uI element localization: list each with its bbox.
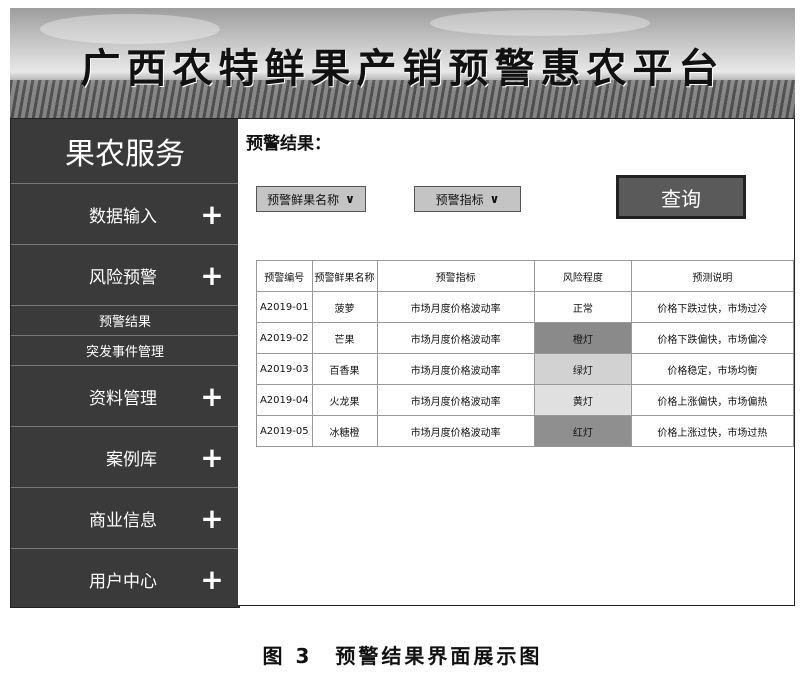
dropdown-value: 预警鲜果名称 bbox=[267, 192, 340, 207]
table-cell: 价格上涨偏快，市场偏热 bbox=[630, 384, 795, 416]
sidebar-subitem-warning-result[interactable]: 预警结果 bbox=[11, 306, 239, 336]
chevron-down-icon: ∨ bbox=[489, 192, 500, 206]
sidebar-item-case-library[interactable]: 案例库 + bbox=[11, 427, 239, 488]
column-header: 预警鲜果名称 bbox=[311, 260, 378, 292]
table-cell: 市场月度价格波动率 bbox=[376, 384, 535, 416]
plus-icon[interactable]: + bbox=[197, 563, 227, 596]
table-row[interactable]: A2019-03 百香果 市场月度价格波动率 绿灯 价格稳定，市场均衡 bbox=[256, 353, 795, 385]
table-cell: 价格下跌过快，市场过冷 bbox=[630, 291, 795, 323]
table-cell: 百香果 bbox=[311, 353, 378, 385]
result-label: 预警结果： bbox=[246, 134, 331, 154]
column-header: 预测说明 bbox=[630, 260, 795, 292]
sidebar-item-business-info[interactable]: 商业信息 + bbox=[11, 488, 239, 549]
table-cell: 市场月度价格波动率 bbox=[376, 291, 535, 323]
table-cell: 市场月度价格波动率 bbox=[376, 322, 535, 354]
table-cell: 菠萝 bbox=[311, 291, 378, 323]
sidebar-header: 果农服务 bbox=[11, 119, 239, 184]
table-cell: 价格上涨过快，市场过热 bbox=[630, 415, 795, 447]
table-cell: 市场月度价格波动率 bbox=[376, 353, 535, 385]
plus-icon[interactable]: + bbox=[197, 441, 227, 474]
table-row[interactable]: A2019-01 菠萝 市场月度价格波动率 正常 价格下跌过快，市场过冷 bbox=[256, 291, 795, 323]
main-panel: 预警结果： 预警鲜果名称 ∨ 预警指标 ∨ 查询 预警编号 预警鲜果名称 预警指… bbox=[238, 118, 795, 606]
dropdown-value: 预警指标 bbox=[435, 192, 484, 207]
table-cell: 冰糖橙 bbox=[311, 415, 378, 447]
risk-level-cell: 绿灯 bbox=[533, 353, 632, 385]
sidebar-item-risk-warning[interactable]: 风险预警 + bbox=[11, 245, 239, 306]
table-cell: A2019-03 bbox=[256, 353, 313, 385]
column-header: 预警编号 bbox=[256, 260, 313, 292]
table-cell: 火龙果 bbox=[311, 384, 378, 416]
risk-level-cell: 红灯 bbox=[533, 415, 632, 447]
sidebar-item-user-center[interactable]: 用户中心 + bbox=[11, 549, 239, 609]
chevron-down-icon: ∨ bbox=[345, 192, 355, 206]
warning-result-table: 预警编号 预警鲜果名称 预警指标 风险程度 预测说明 A2019-01 菠萝 市场月… bbox=[256, 260, 795, 447]
table-cell: 价格稳定，市场均衡 bbox=[630, 353, 795, 385]
plus-icon[interactable]: + bbox=[197, 198, 227, 231]
table-cell: 价格下跌偏快，市场偏冷 bbox=[630, 322, 795, 354]
table-cell: 芒果 bbox=[311, 322, 378, 354]
sidebar-subitem-incident-management[interactable]: 突发事件管理 bbox=[11, 336, 239, 366]
table-cell: A2019-05 bbox=[256, 415, 313, 447]
risk-level-cell: 正常 bbox=[533, 291, 632, 323]
table-cell: A2019-04 bbox=[256, 384, 313, 416]
figure-caption: 图 3 预警结果界面展示图 bbox=[262, 644, 543, 668]
table-header-row: 预警编号 预警鲜果名称 预警指标 风险程度 预测说明 bbox=[256, 260, 795, 292]
table-row[interactable]: A2019-05 冰糖橙 市场月度价格波动率 红灯 价格上涨过快，市场过热 bbox=[256, 415, 795, 447]
risk-level-cell: 橙灯 bbox=[533, 322, 632, 354]
sidebar: 果农服务 数据输入 + 风险预警 + 预警结果 突发事件管理 资料管理 + 案例… bbox=[10, 118, 240, 608]
sidebar-item-label: 数据输入 bbox=[89, 206, 157, 227]
indicator-dropdown[interactable]: 预警指标 ∨ bbox=[414, 186, 521, 212]
table-cell: 市场月度价格波动率 bbox=[376, 415, 535, 447]
plus-icon[interactable]: + bbox=[197, 502, 227, 535]
table-cell: A2019-02 bbox=[256, 322, 313, 354]
plus-icon[interactable]: + bbox=[197, 259, 227, 292]
query-button[interactable]: 查询 bbox=[616, 175, 746, 219]
sidebar-item-label: 风险预警 bbox=[89, 267, 157, 288]
risk-level-cell: 黄灯 bbox=[533, 384, 632, 416]
table-row[interactable]: A2019-02 芒果 市场月度价格波动率 橙灯 价格下跌偏快，市场偏冷 bbox=[256, 322, 795, 354]
fruit-name-dropdown[interactable]: 预警鲜果名称 ∨ bbox=[256, 186, 366, 212]
sidebar-item-label: 商业信息 bbox=[89, 510, 157, 531]
platform-title: 广西农特鲜果产销预警惠农平台 bbox=[80, 45, 725, 92]
header-banner: 广西农特鲜果产销预警惠农平台 bbox=[10, 8, 795, 118]
sidebar-item-label: 用户中心 bbox=[89, 571, 157, 592]
sidebar-item-data-management[interactable]: 资料管理 + bbox=[11, 366, 239, 427]
table-row[interactable]: A2019-04 火龙果 市场月度价格波动率 黄灯 价格上涨偏快，市场偏热 bbox=[256, 384, 795, 416]
banner-cloud bbox=[430, 10, 650, 36]
column-header: 预警指标 bbox=[376, 260, 535, 292]
plus-icon[interactable]: + bbox=[197, 380, 227, 413]
column-header: 风险程度 bbox=[533, 260, 632, 292]
sidebar-item-label: 资料管理 bbox=[89, 388, 157, 409]
table-cell: A2019-01 bbox=[256, 291, 313, 323]
sidebar-item-label: 案例库 bbox=[106, 449, 157, 470]
sidebar-item-data-input[interactable]: 数据输入 + bbox=[11, 184, 239, 245]
